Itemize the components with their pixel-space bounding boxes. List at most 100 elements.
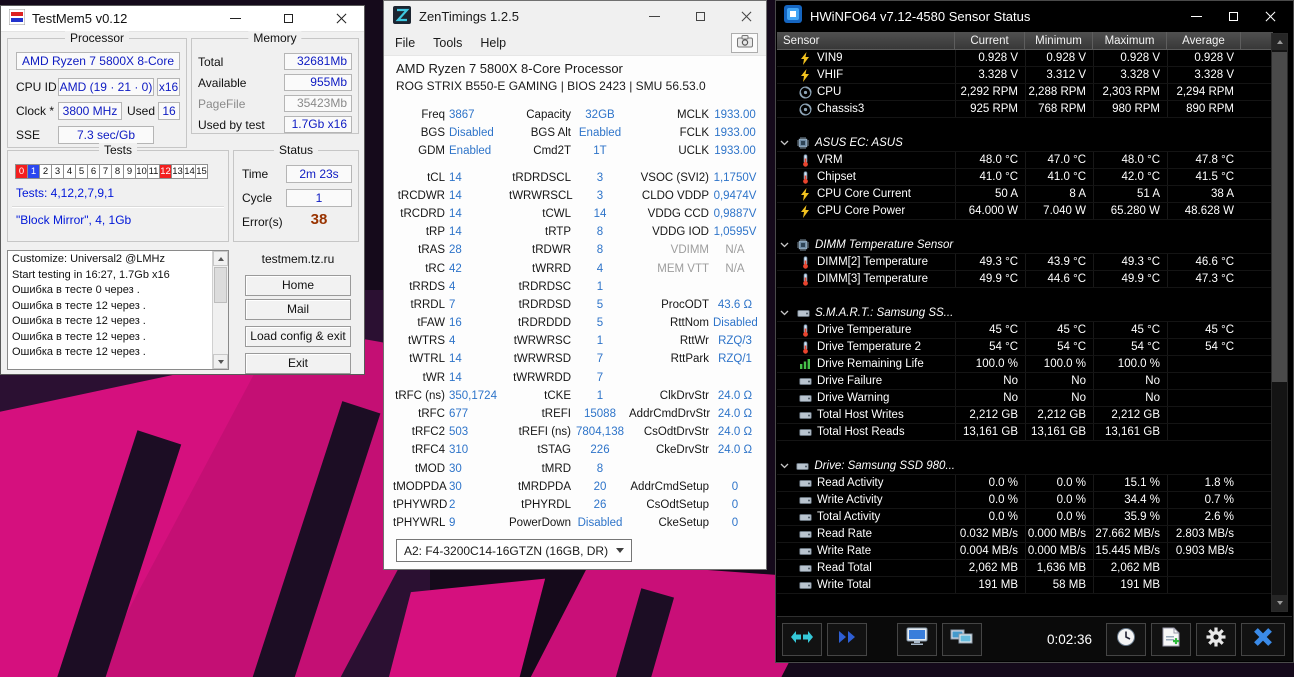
sensor-scrollbar[interactable] <box>1271 33 1288 612</box>
testmem5-titlebar: TestMem5 v0.12 <box>1 6 364 32</box>
menu-help[interactable]: Help <box>471 36 515 50</box>
log-line: Ошибка в тесте 12 через . <box>12 330 146 343</box>
close-button[interactable] <box>335 12 348 25</box>
timing-label: ProcODT <box>661 298 709 311</box>
sensor-row[interactable]: VRM 48.0 °C 47.0 °C 48.0 °C 47.8 °C <box>777 152 1273 169</box>
sensor-row[interactable]: Write Activity 0.0 % 0.0 % 34.4 % 0.7 % <box>777 492 1273 509</box>
dimm-select[interactable]: A2: F4-3200C14-16GTZN (16GB, DR) <box>396 539 632 562</box>
arrow-up-icon <box>217 256 224 261</box>
sensor-row[interactable]: Write Total 191 MB 58 MB 191 MB <box>777 577 1273 594</box>
minimize-button[interactable] <box>1190 10 1203 23</box>
sensor-row[interactable]: Drive Temperature 2 54 °C 54 °C 54 °C 54 °C <box>777 339 1273 356</box>
sensor-row[interactable]: Read Activity 0.0 % 0.0 % 15.1 % 1.8 % <box>777 475 1273 492</box>
home-button[interactable]: Home <box>245 275 351 296</box>
scroll-thumb[interactable] <box>1272 52 1287 382</box>
sensor-name-cell: CPU Core Power <box>777 204 955 218</box>
sensor-row[interactable]: Read Rate 0.032 MB/s 0.000 MB/s 27.662 MB/s… <box>777 526 1273 543</box>
sensor-row[interactable]: Drive Failure No No No <box>777 373 1273 390</box>
screenshot-button[interactable] <box>731 33 758 53</box>
chevron-down-icon[interactable] <box>780 463 791 469</box>
sensor-row[interactable]: Read Total 2,062 MB 1,636 MB 2,062 MB <box>777 560 1273 577</box>
timing-label: GDM <box>418 145 445 158</box>
timing-label: RttNom <box>670 317 709 330</box>
sensor-average: 48.628 W <box>1167 203 1241 219</box>
monitor-icon <box>906 627 928 651</box>
maximize-button[interactable] <box>694 10 707 23</box>
bolt-icon <box>798 68 812 82</box>
sensor-group-row[interactable]: DIMM Temperature Sensor <box>777 237 1273 254</box>
sensor-row[interactable]: Total Activity 0.0 % 0.0 % 35.9 % 2.6 % <box>777 509 1273 526</box>
minimize-button[interactable] <box>648 10 661 23</box>
sensor-group-row[interactable]: ASUS EC: ASUS <box>777 135 1273 152</box>
column-header-maximum[interactable]: Maximum <box>1093 32 1167 49</box>
close-button[interactable] <box>740 10 753 23</box>
settings-button[interactable] <box>1196 622 1236 656</box>
column-header-sensor[interactable]: Sensor <box>777 32 955 49</box>
column-header-average[interactable]: Average <box>1167 32 1241 49</box>
multi-monitor-button[interactable] <box>941 622 982 656</box>
sensor-row[interactable]: CPU Core Power 64.000 W 7.040 W 65.280 W 48.… <box>777 203 1273 220</box>
load-config-button[interactable]: Load config & exit <box>245 326 351 347</box>
chevron-down-icon[interactable] <box>780 310 791 316</box>
sensor-group-row[interactable]: Drive: Samsung SSD 980... <box>777 458 1273 475</box>
sensor-row[interactable]: Drive Remaining Life 100.0 % 100.0 % 100.0 … <box>777 356 1273 373</box>
scroll-down-button[interactable] <box>1272 595 1287 611</box>
close-sensors-button[interactable] <box>1241 622 1285 656</box>
close-button[interactable] <box>1264 10 1277 23</box>
log-scrollbar[interactable] <box>212 251 228 369</box>
chevron-down-icon[interactable] <box>780 242 791 248</box>
drive-icon <box>798 495 812 506</box>
timing-value: 14 <box>449 371 462 384</box>
sensor-name: DIMM Temperature Sensor <box>815 239 954 251</box>
maximize-button[interactable] <box>1227 10 1240 23</box>
forward-arrows-button[interactable] <box>827 622 867 656</box>
timing-value <box>713 278 757 296</box>
sensor-group-row[interactable]: S.M.A.R.T.: Samsung SS... <box>777 305 1273 322</box>
clock-button[interactable] <box>1106 622 1146 656</box>
menu-file[interactable]: File <box>386 36 424 50</box>
scroll-up-button[interactable] <box>213 251 228 266</box>
sensor-row[interactable]: Drive Temperature 45 °C 45 °C 45 °C 45 °C <box>777 322 1273 339</box>
sensor-row[interactable]: Total Host Reads 13,161 GB 13,161 GB 13,161… <box>777 424 1273 441</box>
swap-columns-button[interactable] <box>782 622 822 656</box>
sensor-row[interactable]: VHIF 3.328 V 3.312 V 3.328 V 3.328 V <box>777 67 1273 84</box>
sensor-row[interactable]: Drive Warning No No No <box>777 390 1273 407</box>
sensor-row[interactable]: CPU Core Current 50 A8 A 51 A 38 A <box>777 186 1273 203</box>
sensor-row[interactable]: VIN9 0.928 V 0.928 V 0.928 V 0.928 V <box>777 50 1273 67</box>
sensor-row[interactable]: DIMM[3] Temperature 49.9 °C 44.6 °C 49.9 °C… <box>777 271 1273 288</box>
scroll-down-button[interactable] <box>213 354 228 369</box>
minimize-button[interactable] <box>229 12 242 25</box>
sensor-maximum: No <box>1093 373 1167 389</box>
group-title: Memory <box>248 31 302 45</box>
sensor-row[interactable]: DIMM[2] Temperature 49.3 °C 43.9 °C 49.3 °C… <box>777 254 1273 271</box>
test-number-cell[interactable]: 15 <box>195 164 208 179</box>
sensor-row[interactable]: Chipset 41.0 °C 41.0 °C 42.0 °C 41.5 °C <box>777 169 1273 186</box>
menu-tools[interactable]: Tools <box>424 36 471 50</box>
timing-label: CLDO VDDP <box>641 189 709 202</box>
sensor-row[interactable]: Write Rate 0.004 MB/s 0.000 MB/s 15.445 MB/… <box>777 543 1273 560</box>
sensor-maximum: 980 RPM <box>1093 101 1167 117</box>
sensor-row[interactable]: Chassis3 925 RPM 768 RPM 980 RPM 890 RPM <box>777 101 1273 118</box>
maximize-button[interactable] <box>282 12 295 25</box>
left-right-arrows-icon <box>790 630 814 649</box>
column-header-minimum[interactable]: Minimum <box>1025 32 1093 49</box>
sensor-average: 47.8 °C <box>1167 152 1241 168</box>
timing-value: 16 <box>449 317 462 330</box>
sensor-name-cell: VRM <box>777 153 955 167</box>
sensor-row[interactable]: CPU 2,292 RPM 2,288 RPM 2,303 RPM 2,294 RPM <box>777 84 1273 101</box>
scroll-thumb[interactable] <box>214 267 227 303</box>
chevron-down-icon[interactable] <box>780 140 791 146</box>
memory-row: Total 32681Mb <box>198 51 352 72</box>
mail-button[interactable]: Mail <box>245 299 351 320</box>
sensor-maximum: 15.1 % <box>1093 475 1167 491</box>
column-header-current[interactable]: Current <box>955 32 1025 49</box>
scroll-up-button[interactable] <box>1272 34 1287 50</box>
sensor-row[interactable]: Total Host Writes 2,212 GB 2,212 GB 2,212 G… <box>777 407 1273 424</box>
report-button[interactable] <box>1151 622 1191 656</box>
remote-monitor-button[interactable] <box>896 622 937 656</box>
exit-button[interactable]: Exit <box>245 353 351 374</box>
sensor-minimum: 45 °C <box>1025 322 1093 338</box>
sensor-average: 54 °C <box>1167 339 1241 355</box>
log-box[interactable]: Customize: Universal2 @LMHz Start testing… <box>7 250 229 370</box>
sensor-name: CPU Core Current <box>817 188 911 200</box>
